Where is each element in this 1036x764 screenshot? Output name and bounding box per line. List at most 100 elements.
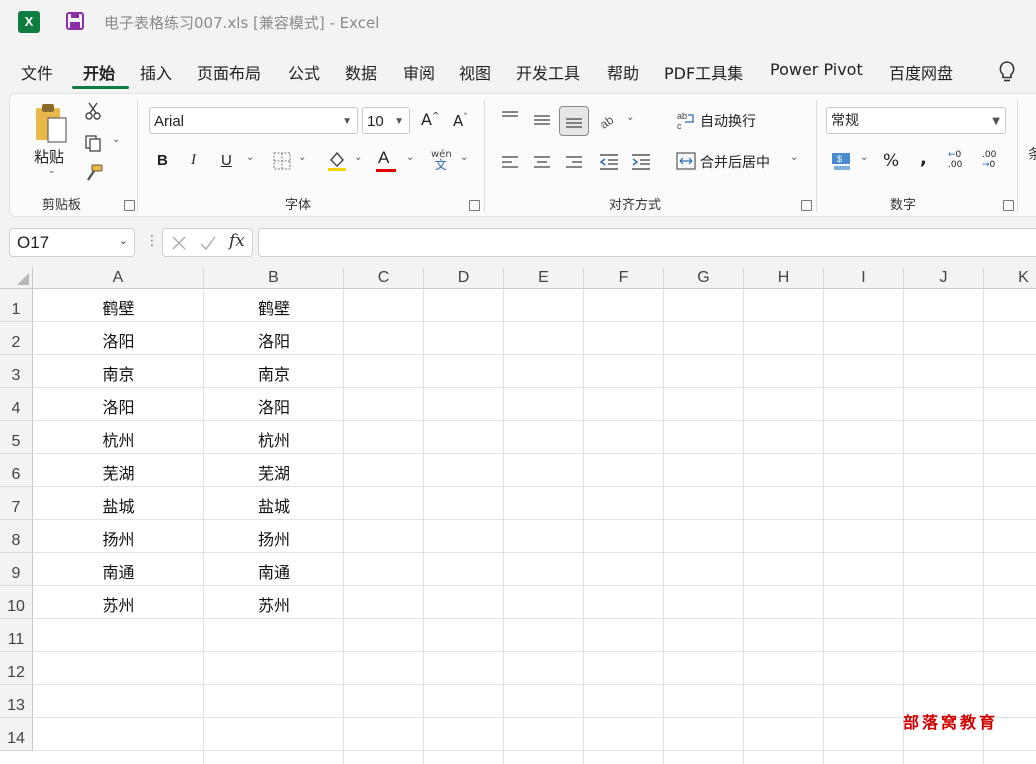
tab-10[interactable]: PDF工具集 — [664, 60, 743, 84]
chevron-down-icon[interactable]: ⌄ — [460, 152, 468, 163]
wrap-text-icon[interactable]: ab c — [676, 110, 696, 130]
phonetic-guide-icon[interactable]: wén 文 — [431, 150, 452, 172]
cancel-icon[interactable] — [171, 235, 187, 251]
format-painter-icon[interactable] — [84, 164, 104, 182]
cell-b7[interactable]: 盐城 — [204, 493, 344, 517]
conditional-format-partial[interactable]: 条 — [1028, 144, 1036, 164]
number-format-combo[interactable]: 常规 ▼ — [826, 107, 1006, 134]
align-right-icon[interactable] — [564, 154, 584, 170]
select-all-button[interactable] — [0, 267, 33, 289]
fill-color-icon[interactable] — [326, 150, 348, 172]
paste-label[interactable]: 粘贴 — [34, 146, 64, 167]
copy-dropdown-caret[interactable]: ⌄ — [112, 134, 120, 145]
chevron-down-icon[interactable]: ⌄ — [626, 112, 634, 123]
column-header-g[interactable]: G — [664, 267, 744, 289]
cell-a2[interactable]: 洛阳 — [33, 328, 204, 352]
tab-9[interactable]: 帮助 — [607, 60, 639, 84]
align-center-icon[interactable] — [532, 154, 552, 170]
cell-a7[interactable]: 盐城 — [33, 493, 204, 517]
column-header-j[interactable]: J — [904, 267, 984, 289]
borders-icon[interactable] — [273, 152, 291, 170]
clipboard-dialog-launcher[interactable] — [124, 200, 135, 211]
tab-6[interactable]: 审阅 — [403, 60, 435, 84]
column-header-f[interactable]: F — [584, 267, 664, 289]
tab-12[interactable]: 百度网盘 — [889, 60, 953, 84]
worksheet-grid[interactable]: A B C D E F G H I J K 1 鹤壁 鹤壁 2 洛阳 洛阳 3 南京 南京 4 洛阳 洛阳 5 杭州 杭州 6 芜湖芜… — [0, 267, 1036, 764]
cell-a5[interactable]: 杭州 — [33, 427, 204, 451]
cell-b4[interactable]: 洛阳 — [204, 394, 344, 418]
merge-center-button[interactable]: 合并后居中 — [700, 152, 770, 172]
column-header-h[interactable]: H — [744, 267, 824, 289]
cell-a4[interactable]: 洛阳 — [33, 394, 204, 418]
insert-function-button[interactable]: fx — [229, 231, 245, 251]
tab-4[interactable]: 公式 — [288, 60, 320, 84]
column-header-c[interactable]: C — [344, 267, 424, 289]
top-align-icon[interactable] — [500, 110, 520, 126]
paste-icon[interactable] — [34, 102, 70, 144]
decrease-indent-icon[interactable] — [598, 153, 620, 171]
tab-11[interactable]: Power Pivot — [770, 60, 863, 79]
column-header-e[interactable]: E — [504, 267, 584, 289]
row-header-10[interactable]: 10 — [0, 586, 33, 619]
wrap-text-button[interactable]: 自动换行 — [700, 111, 756, 131]
chevron-down-icon[interactable]: ⌄ — [790, 152, 798, 163]
font-name-combo[interactable]: Arial ▼ — [149, 107, 358, 134]
tab-8[interactable]: 开发工具 — [516, 60, 580, 84]
cell-b10[interactable]: 苏州 — [204, 592, 344, 616]
decrease-decimal-icon[interactable]: .00 →0 — [982, 150, 996, 170]
lightbulb-icon[interactable] — [998, 60, 1016, 84]
percent-style-button[interactable]: % — [883, 151, 899, 171]
orientation-icon[interactable]: ab — [599, 112, 621, 130]
chevron-down-icon[interactable]: ⌄ — [246, 152, 254, 163]
number-dialog-launcher[interactable] — [1003, 200, 1014, 211]
cell-a6[interactable]: 芜湖 — [33, 460, 204, 484]
row-header-13[interactable]: 13 — [0, 685, 33, 718]
formula-input[interactable] — [258, 228, 1036, 257]
tab-0[interactable]: 文件 — [21, 60, 53, 84]
tab-3[interactable]: 页面布局 — [197, 60, 261, 84]
cut-icon[interactable] — [84, 102, 102, 120]
cell-b6[interactable]: 芜湖 — [204, 460, 344, 484]
row-header-8[interactable]: 8 — [0, 520, 33, 553]
cell-a9[interactable]: 南通 — [33, 559, 204, 583]
increase-indent-icon[interactable] — [630, 153, 652, 171]
row-header-9[interactable]: 9 — [0, 553, 33, 586]
italic-button[interactable]: I — [191, 152, 196, 169]
row-header-12[interactable]: 12 — [0, 652, 33, 685]
row-header-5[interactable]: 5 — [0, 421, 33, 454]
tab-5[interactable]: 数据 — [345, 60, 377, 84]
chevron-down-icon[interactable]: ⌄ — [860, 152, 868, 163]
decrease-font-size-icon[interactable]: Aˇ — [453, 112, 468, 130]
row-header-14[interactable]: 14 — [0, 718, 33, 751]
comma-style-button[interactable]: , — [920, 148, 927, 169]
save-icon[interactable] — [66, 12, 84, 30]
accounting-format-icon[interactable]: $ — [830, 150, 854, 172]
cell-a8[interactable]: 扬州 — [33, 526, 204, 550]
row-header-2[interactable]: 2 — [0, 322, 33, 355]
column-header-i[interactable]: I — [824, 267, 904, 289]
bottom-align-button[interactable] — [559, 106, 589, 136]
font-size-combo[interactable]: 10 ▼ — [362, 107, 410, 134]
row-header-6[interactable]: 6 — [0, 454, 33, 487]
font-dialog-launcher[interactable] — [469, 200, 480, 211]
cell-b1[interactable]: 鹤壁 — [204, 295, 344, 319]
tab-7[interactable]: 视图 — [459, 60, 491, 84]
cell-b5[interactable]: 杭州 — [204, 427, 344, 451]
cell-a1[interactable]: 鹤壁 — [33, 295, 204, 319]
tab-2[interactable]: 插入 — [140, 60, 172, 84]
column-header-b[interactable]: B — [204, 267, 344, 289]
row-header-7[interactable]: 7 — [0, 487, 33, 520]
copy-icon[interactable] — [84, 134, 102, 152]
increase-decimal-icon[interactable]: ←0.00 — [948, 150, 962, 170]
name-box[interactable]: O17 ⌄ — [9, 228, 135, 257]
chevron-down-icon[interactable]: ⌄ — [354, 152, 362, 163]
alignment-dialog-launcher[interactable] — [801, 200, 812, 211]
chevron-down-icon[interactable]: ⌄ — [298, 152, 306, 163]
column-header-d[interactable]: D — [424, 267, 504, 289]
row-header-3[interactable]: 3 — [0, 355, 33, 388]
paste-dropdown-caret[interactable]: ⌄ — [48, 166, 56, 176]
formula-bar-grip-icon[interactable]: ⋮ — [145, 233, 159, 249]
cell-b9[interactable]: 南通 — [204, 559, 344, 583]
chevron-down-icon[interactable]: ⌄ — [406, 152, 414, 163]
increase-font-size-icon[interactable]: A^ — [421, 110, 440, 129]
